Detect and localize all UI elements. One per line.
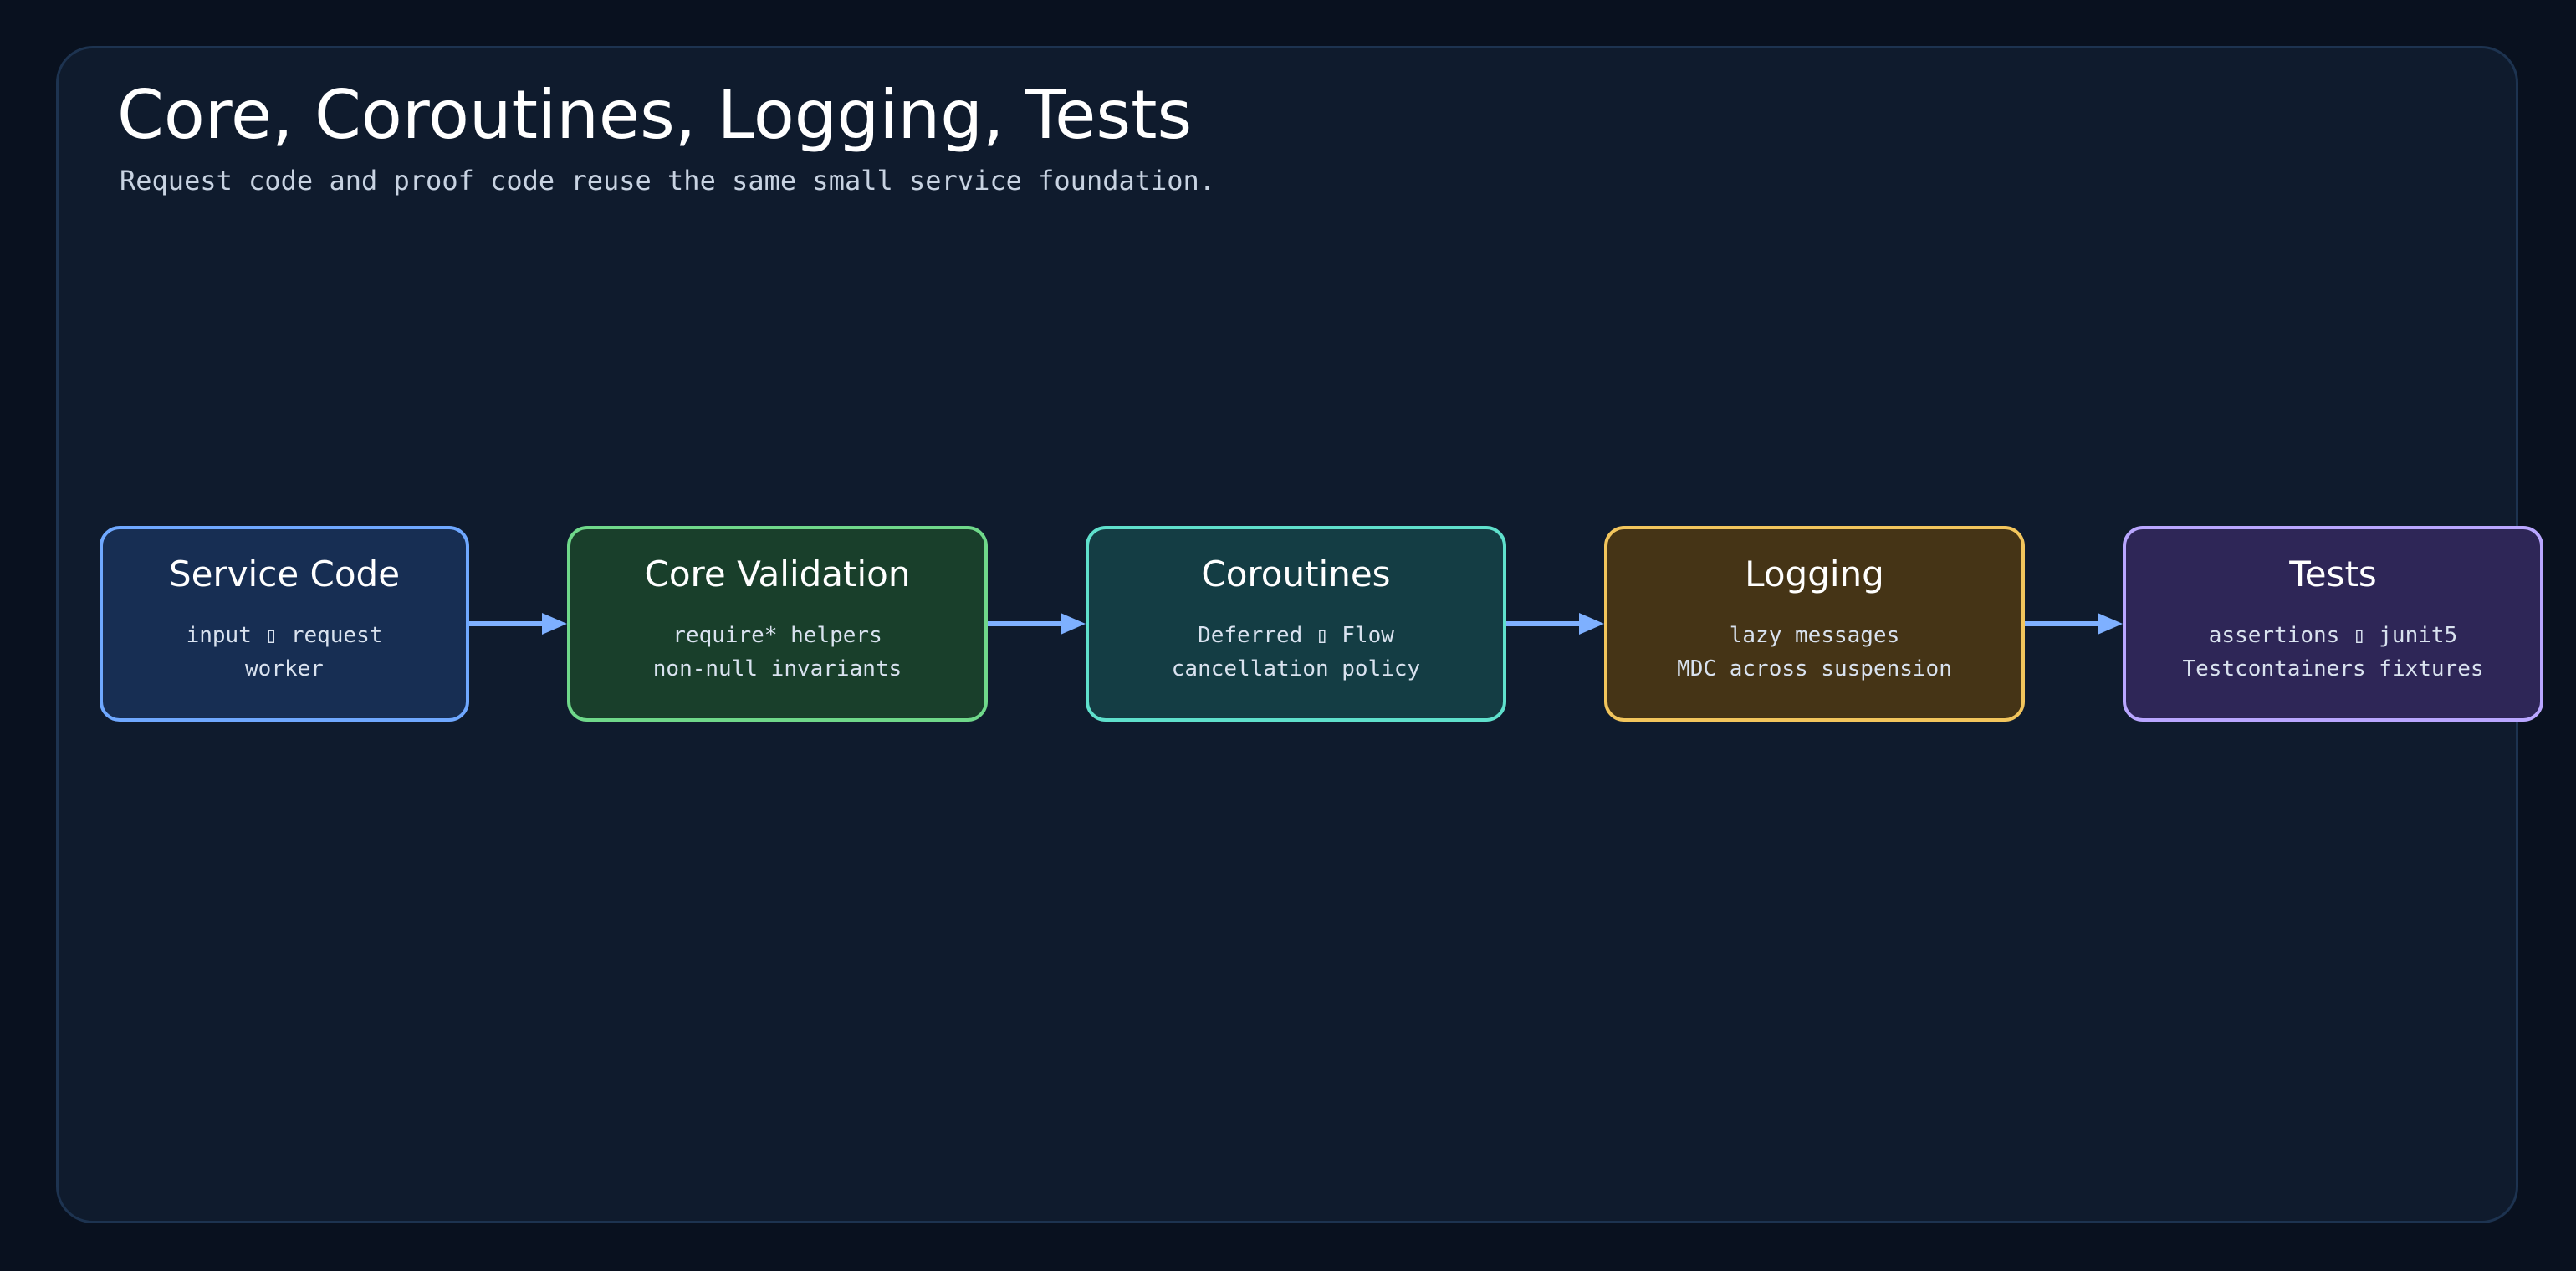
node-core-validation: Core Validation require* helpers non-nul… [567,526,988,722]
node-detail: require* helpers [672,623,882,648]
node-title: Logging [1745,554,1884,595]
node-detail: MDC across suspension [1677,656,1952,681]
node-detail: non-null invariants [652,656,902,681]
diagram-title: Core, Coroutines, Logging, Tests [117,76,1193,154]
node-title: Coroutines [1201,554,1391,595]
node-tests: Tests assertions ▯ junit5 Testcontainers… [2123,526,2543,722]
node-detail: Testcontainers fixtures [2182,656,2484,681]
node-detail: input ▯ request [186,623,383,648]
node-title: Core Validation [644,554,911,595]
node-detail: cancellation policy [1171,656,1421,681]
node-coroutines: Coroutines Deferred ▯ Flow cancellation … [1086,526,1506,722]
node-service-code: Service Code input ▯ request worker [100,526,469,722]
node-title: Service Code [168,554,401,595]
node-logging: Logging lazy messages MDC across suspens… [1604,526,2025,722]
node-detail: Deferred ▯ Flow [1198,623,1394,648]
node-title: Tests [2289,554,2377,595]
node-detail: assertions ▯ junit5 [2208,623,2458,648]
node-detail: worker [245,656,324,681]
node-detail: lazy messages [1729,623,1900,648]
diagram-subtitle: Request code and proof code reuse the sa… [120,165,1216,197]
diagram-canvas: Core, Coroutines, Logging, Tests Request… [0,0,2576,1271]
